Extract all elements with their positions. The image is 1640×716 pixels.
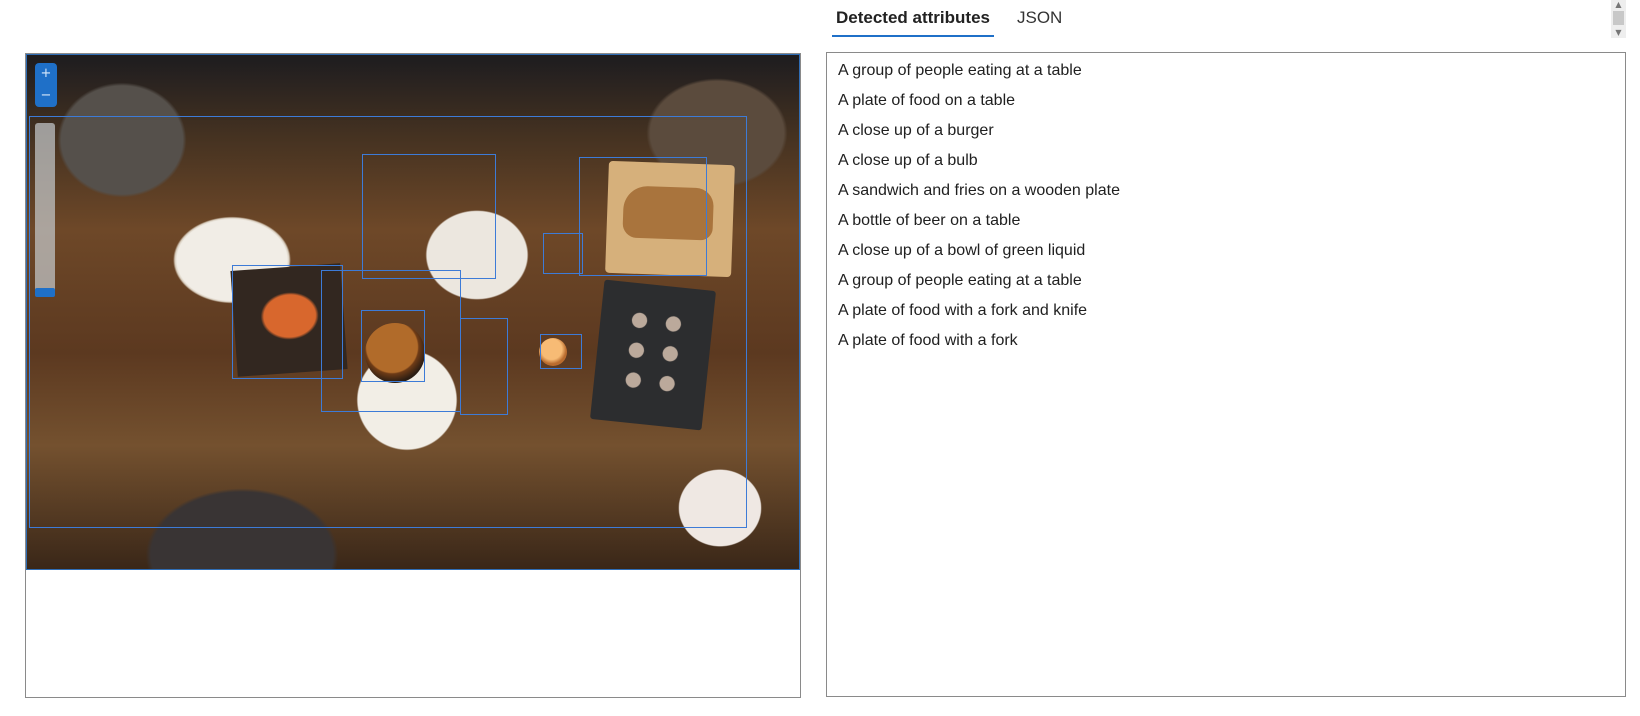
attribute-item: A close up of a bulb — [838, 152, 978, 169]
crab-plate-photo-area — [230, 263, 348, 377]
attribute-item: A plate of food with a fork and knife — [838, 302, 1088, 319]
zoom-slider[interactable] — [35, 123, 55, 297]
attribute-item: A plate of food with a fork — [838, 332, 1018, 349]
sandwich-tray-photo-area — [605, 160, 735, 278]
image-panel: + − — [25, 53, 801, 698]
detection-box-fork-knife[interactable] — [362, 154, 496, 279]
burger-photo-area — [365, 323, 425, 383]
detection-box-beer-bottle[interactable] — [543, 233, 583, 274]
scroll-thumb[interactable] — [1613, 11, 1624, 25]
scroll-down-icon[interactable]: ▼ — [1611, 28, 1626, 38]
attribute-item: A plate of food on a table — [838, 92, 1016, 109]
attribute-item: A group of people eating at a table — [838, 272, 1082, 289]
attribute-item: A close up of a bowl of green liquid — [838, 242, 1086, 259]
attribute-item: A group of people eating at a table — [838, 62, 1082, 79]
tab-detected-attributes[interactable]: Detected attributes — [832, 0, 994, 37]
detection-box-green-bowl[interactable] — [460, 318, 508, 415]
oyster-board-photo-area — [589, 279, 717, 431]
bulb-photo-area — [539, 338, 567, 366]
detected-attributes-list: A group of people eating at a table A pl… — [826, 52, 1626, 697]
tab-json[interactable]: JSON — [1013, 0, 1066, 35]
attribute-item: A close up of a burger — [838, 122, 994, 139]
zoom-slider-thumb[interactable] — [35, 288, 55, 297]
scroll-up-icon[interactable]: ▲ — [1611, 0, 1626, 10]
zoom-in-button[interactable]: + — [35, 63, 57, 85]
attribute-item: A sandwich and fries on a wooden plate — [838, 182, 1120, 199]
food-photo: + − — [26, 54, 800, 570]
zoom-out-button[interactable]: − — [35, 85, 57, 107]
results-tabs: Detected attributes JSON — [832, 0, 1066, 40]
tab-scrollbar[interactable]: ▲ ▼ — [1611, 0, 1626, 38]
attribute-item: A bottle of beer on a table — [838, 212, 1021, 229]
zoom-controls: + − — [35, 63, 57, 107]
